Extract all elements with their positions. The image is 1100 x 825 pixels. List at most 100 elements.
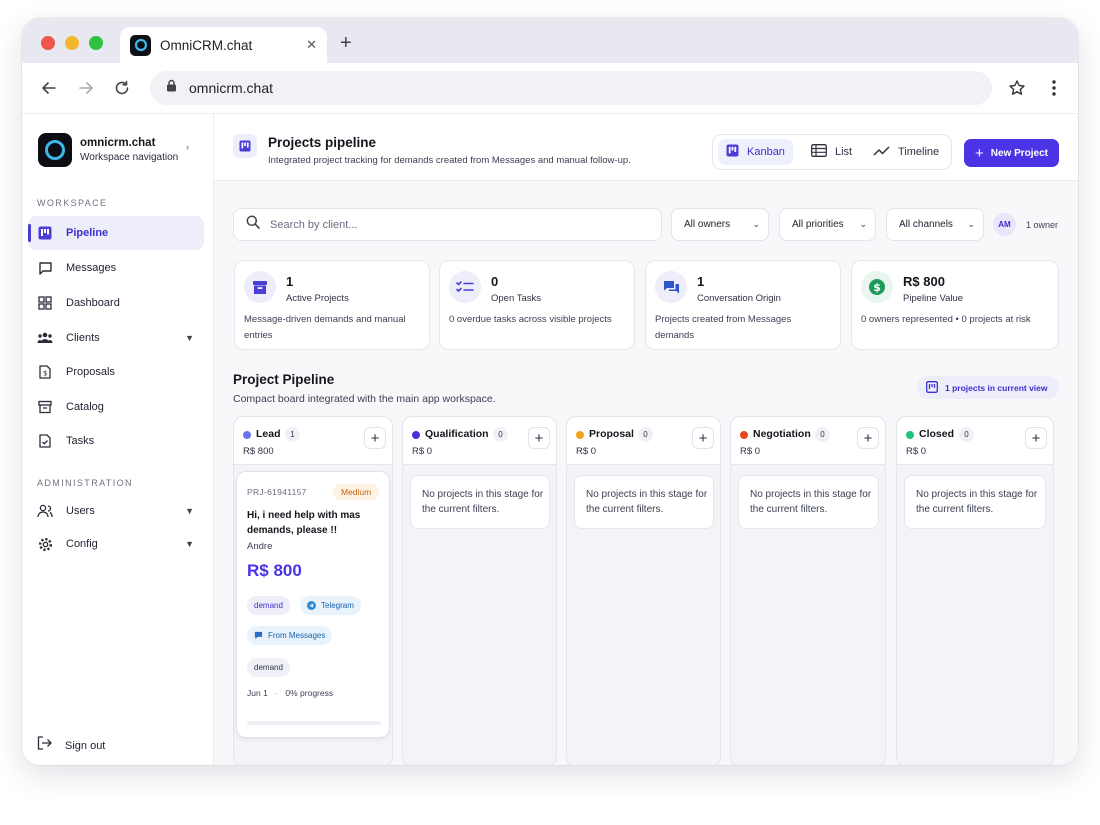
workspace-switcher[interactable]: omnicrm.chat Workspace navigation xyxy=(38,133,178,167)
sidebar-item-label: Dashboard xyxy=(66,297,120,309)
omnicrm-logo-icon xyxy=(38,133,72,167)
message-icon xyxy=(37,260,53,276)
back-arrow-icon[interactable] xyxy=(38,77,60,99)
dashboard-icon xyxy=(37,295,53,311)
address-bar[interactable]: omnicrm.chat xyxy=(150,71,992,105)
add-project-negotiation-button[interactable]: + xyxy=(857,427,879,449)
close-window-button[interactable] xyxy=(41,36,55,50)
reload-icon[interactable] xyxy=(111,77,133,99)
minimize-window-button[interactable] xyxy=(65,36,79,50)
bookmark-star-icon[interactable] xyxy=(1006,77,1028,99)
browser-window: OmniCRM.chat ✕ + omnicrm.chat omnicrm.ch… xyxy=(22,18,1078,765)
sidebar: omnicrm.chat Workspace navigation › WORK… xyxy=(22,114,214,765)
kanban-icon xyxy=(37,225,53,241)
tag-label: Telegram xyxy=(321,601,354,610)
sidebar-item-tasks[interactable]: Tasks xyxy=(28,424,204,458)
sidebar-item-label: Catalog xyxy=(66,401,104,413)
project-meta: Jun 1 · 0% progress xyxy=(247,688,333,698)
close-tab-icon[interactable]: ✕ xyxy=(306,37,317,53)
chevron-down-icon: ⌄ xyxy=(967,219,975,229)
sidebar-item-label: Clients xyxy=(66,332,100,344)
users-icon xyxy=(37,503,53,519)
sidebar-item-config[interactable]: Config ▼ xyxy=(28,527,204,561)
stage-name: Closed xyxy=(919,428,955,440)
search-input[interactable] xyxy=(270,218,650,231)
owner-count: 1 owner xyxy=(1026,220,1059,230)
sidebar-item-catalog[interactable]: Catalog xyxy=(28,390,204,424)
sidebar-item-label: Pipeline xyxy=(66,227,109,239)
new-tab-icon[interactable]: + xyxy=(340,32,352,55)
add-project-lead-button[interactable]: + xyxy=(364,427,386,449)
chevron-down-icon: ▼ xyxy=(185,506,194,516)
tag-label: From Messages xyxy=(268,631,326,640)
maximize-window-button[interactable] xyxy=(89,36,103,50)
logout-icon xyxy=(37,736,52,755)
empty-stage-message: No projects in this stage for the curren… xyxy=(904,475,1046,529)
project-card[interactable]: PRJ-61941157 Medium Hi, i need help with… xyxy=(236,471,390,738)
add-project-proposal-button[interactable]: + xyxy=(692,427,714,449)
sidebar-item-dashboard[interactable]: Dashboard xyxy=(28,286,204,320)
browser-toolbar: omnicrm.chat xyxy=(22,63,1078,114)
gear-icon xyxy=(37,536,53,552)
stage-name: Lead xyxy=(256,428,281,440)
stage-total: R$ 0 xyxy=(576,446,597,457)
url-text: omnicrm.chat xyxy=(189,80,274,96)
tag-label: demand xyxy=(254,663,283,672)
clients-icon xyxy=(37,330,53,346)
tab-kanban[interactable]: Kanban xyxy=(718,139,793,165)
kanban-outline-icon xyxy=(926,380,938,395)
stage-color-dot xyxy=(740,431,748,439)
tab-timeline[interactable]: Timeline xyxy=(865,139,947,165)
signout-button[interactable]: Sign out xyxy=(37,736,105,755)
add-project-closed-button[interactable]: + xyxy=(1025,427,1047,449)
stage-count-badge: 0 xyxy=(638,427,653,442)
chevron-down-icon: ⌄ xyxy=(752,219,760,229)
project-date: Jun 1 xyxy=(247,688,268,698)
plus-icon: + xyxy=(974,144,984,162)
browser-menu-icon[interactable] xyxy=(1043,77,1065,99)
empty-stage-message: No projects in this stage for the curren… xyxy=(738,475,879,529)
stage-color-dot xyxy=(412,431,420,439)
tag-chip: demand xyxy=(247,658,290,677)
stat-label: Active Projects xyxy=(286,293,349,304)
stat-label: Conversation Origin xyxy=(697,293,781,304)
priorities-select[interactable]: All priorities ⌄ xyxy=(779,208,876,241)
workspace-name: omnicrm.chat xyxy=(80,137,156,149)
tab-title: OmniCRM.chat xyxy=(160,37,253,53)
new-project-button[interactable]: + New Project xyxy=(964,139,1059,167)
stat-description: 0 overdue tasks across visible projects xyxy=(449,314,612,325)
project-client: Andre xyxy=(247,541,273,552)
avatar[interactable]: AM xyxy=(993,213,1016,236)
browser-tab[interactable]: OmniCRM.chat ✕ xyxy=(120,27,327,63)
stage-column-proposal: Proposal 0 R$ 0 + No projects in this st… xyxy=(566,416,721,765)
stat-value: 1 xyxy=(286,274,294,289)
sidebar-item-proposals[interactable]: $ Proposals xyxy=(28,355,204,389)
stage-name: Qualification xyxy=(425,428,489,440)
owners-select-value: All owners xyxy=(684,219,731,230)
sidebar-item-label: Proposals xyxy=(66,366,115,378)
collapse-sidebar-icon[interactable]: › xyxy=(186,142,189,152)
stage-total: R$ 0 xyxy=(412,446,433,457)
owners-select[interactable]: All owners ⌄ xyxy=(671,208,769,241)
checklist-icon xyxy=(449,271,481,303)
project-id: PRJ-61941157 xyxy=(247,487,307,497)
tasks-icon xyxy=(37,433,53,449)
chat-bubbles-icon xyxy=(655,271,687,303)
channels-select[interactable]: All channels ⌄ xyxy=(886,208,984,241)
sidebar-item-users[interactable]: Users ▼ xyxy=(28,494,204,528)
stage-total: R$ 800 xyxy=(243,446,274,457)
forward-arrow-icon[interactable] xyxy=(75,77,97,99)
stage-color-dot xyxy=(576,431,584,439)
sidebar-item-clients[interactable]: Clients ▼ xyxy=(28,321,204,355)
stat-card-open-tasks: 0 Open Tasks 0 overdue tasks across visi… xyxy=(439,260,635,350)
telegram-icon xyxy=(307,601,316,610)
archive-box-icon xyxy=(244,271,276,303)
progress-bar xyxy=(247,721,381,725)
signout-label: Sign out xyxy=(65,739,106,752)
sidebar-item-pipeline[interactable]: Pipeline xyxy=(28,216,204,250)
sidebar-item-messages[interactable]: Messages xyxy=(28,251,204,285)
add-project-qualification-button[interactable]: + xyxy=(528,427,550,449)
tab-list[interactable]: List xyxy=(803,139,860,165)
lock-icon xyxy=(166,79,177,97)
browser-titlebar: OmniCRM.chat ✕ + xyxy=(22,18,1078,63)
